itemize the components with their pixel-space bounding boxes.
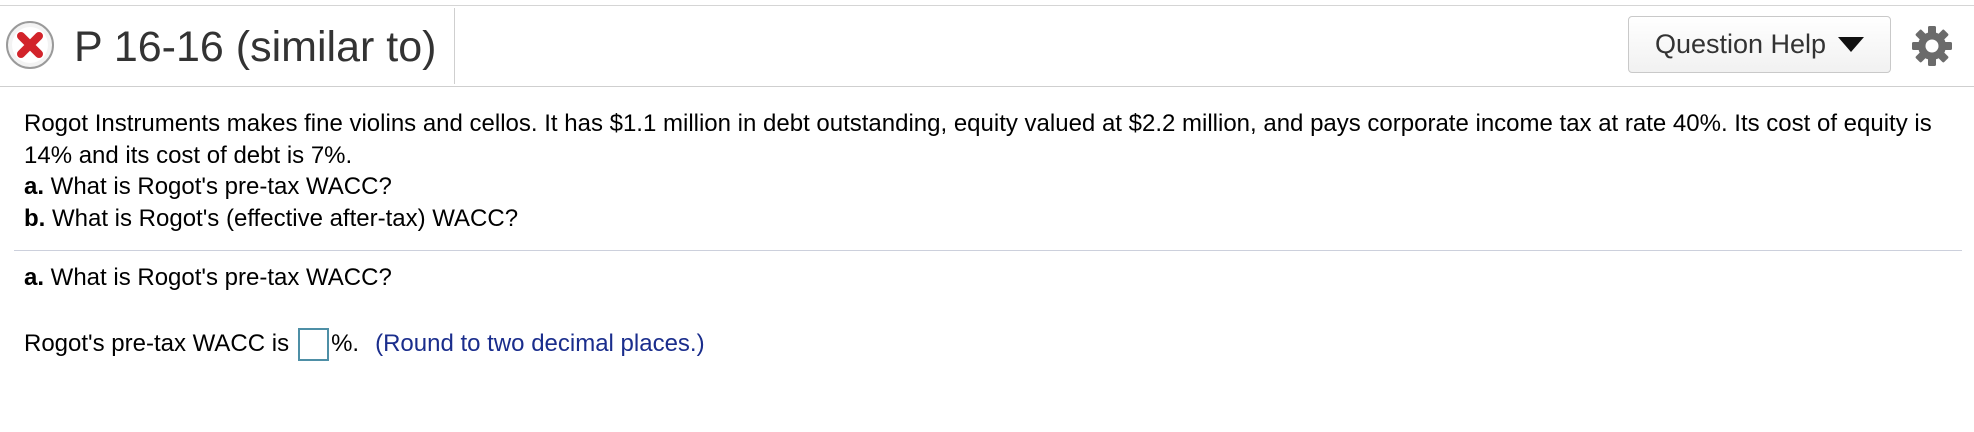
- part-a-label: a.: [24, 173, 45, 200]
- incorrect-x-icon: [6, 21, 54, 69]
- caret-down-icon: [1838, 37, 1865, 52]
- answer-prefix: Rogot's pre-tax WACC is: [24, 330, 290, 357]
- question-help-label: Question Help: [1654, 29, 1827, 59]
- question-header: P 16-16 (similar to) Question Help: [0, 6, 1974, 87]
- problem-part-b: b. What is Rogot's (effective after-tax)…: [24, 203, 1954, 235]
- problem-part-a: a. What is Rogot's pre-tax WACC?: [24, 171, 1954, 203]
- problem-text: Rogot Instruments makes fine violins and…: [24, 110, 1932, 169]
- question-help-button[interactable]: Question Help: [1628, 16, 1891, 73]
- current-part-question: a. What is Rogot's pre-tax WACC?: [24, 262, 392, 294]
- current-part-text: What is Rogot's pre-tax WACC?: [44, 264, 392, 291]
- question-title: P 16-16 (similar to): [74, 23, 437, 71]
- part-b-label: b.: [24, 204, 46, 232]
- part-a-text: What is Rogot's pre-tax WACC?: [44, 173, 392, 200]
- rounding-hint: (Round to two decimal places.): [375, 330, 705, 357]
- answer-line: Rogot's pre-tax WACC is %. (Round to two…: [24, 324, 705, 364]
- answer-input[interactable]: [298, 327, 330, 361]
- title-divider: [454, 8, 455, 84]
- gear-icon[interactable]: [1911, 25, 1953, 67]
- current-part-label: a.: [24, 264, 45, 291]
- section-divider: [14, 250, 1962, 251]
- part-b-text: What is Rogot's (effective after-tax) WA…: [45, 204, 519, 232]
- problem-statement: Rogot Instruments makes fine violins and…: [24, 108, 1954, 234]
- answer-suffix: %.: [331, 330, 360, 357]
